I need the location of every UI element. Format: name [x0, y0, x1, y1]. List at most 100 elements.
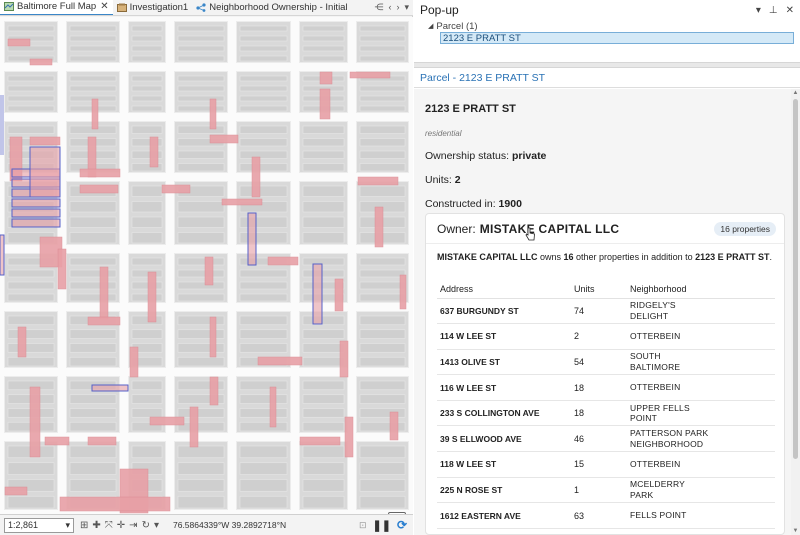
chevron-down-icon[interactable]: ▾ — [154, 520, 159, 531]
building-row — [302, 329, 345, 339]
building-row — [131, 269, 163, 278]
pin-icon[interactable]: ⊥ — [769, 5, 778, 16]
column-header-address: Address — [437, 280, 571, 299]
building-row — [177, 356, 225, 367]
table-row[interactable]: 114 W LEE ST 2 OTTERBEIN — [437, 323, 775, 350]
building-row — [239, 45, 288, 52]
building-row — [131, 45, 163, 52]
building-row — [302, 421, 345, 432]
scrollbar[interactable]: ▲ ▼ — [791, 89, 800, 535]
highlighted-parcel — [29, 386, 41, 458]
tab-investigation1[interactable]: Investigation1 — [113, 0, 193, 15]
building-row — [359, 138, 406, 147]
pause-icon[interactable]: ❚❚ — [373, 519, 391, 532]
building-row — [69, 45, 117, 52]
tab-label: Investigation1 — [129, 2, 189, 13]
building-row — [359, 95, 406, 102]
close-icon[interactable]: ✕ — [100, 1, 108, 12]
expand-icon[interactable]: ◢ — [428, 22, 433, 30]
table-row[interactable]: 637 BURGUNDY ST 74 RIDGELY'S DELIGHT — [437, 298, 775, 325]
building-row — [69, 445, 117, 459]
highlighted-parcel — [4, 486, 28, 496]
street — [0, 17, 413, 21]
owner-parcel — [11, 218, 61, 228]
popup-title: Pop-up — [420, 3, 459, 17]
next-extent-icon[interactable]: ⇥ — [129, 520, 137, 531]
cell-address: 1612 EASTERN AVE — [437, 502, 571, 529]
scrollbar-thumb[interactable] — [793, 99, 798, 459]
map-canvas[interactable] — [0, 17, 413, 514]
rotate-icon[interactable]: ↻ — [142, 520, 150, 531]
building-row — [302, 380, 345, 391]
building-row — [7, 343, 55, 353]
building-row — [177, 462, 225, 475]
pane-options-icon[interactable]: ▾ — [756, 5, 761, 16]
building-row — [302, 163, 345, 172]
building-row — [7, 329, 55, 339]
tree-layer-row[interactable]: ◢ Parcel (1) — [428, 20, 800, 32]
building-row — [239, 315, 288, 326]
table-row[interactable]: 116 W LEE ST 18 OTTERBEIN — [437, 374, 775, 401]
owner-name[interactable]: MISTAKE CAPITAL LLC — [480, 222, 620, 236]
table-row[interactable]: 233 S COLLINGTON AVE 18 UPPER FELLS POINT — [437, 400, 775, 427]
tab-label: Baltimore Full Map — [17, 1, 97, 12]
building-row — [69, 216, 117, 228]
building-row — [359, 495, 406, 509]
building-row — [177, 421, 225, 432]
scale-select[interactable]: 1:2,861 ▾ — [4, 517, 74, 533]
building-row — [239, 75, 288, 82]
tab-baltimore-full-map[interactable]: Baltimore Full Map ✕ — [0, 0, 113, 15]
highlighted-parcel — [299, 436, 341, 446]
building-row — [69, 356, 117, 367]
refresh-icon[interactable]: ⟳ — [397, 518, 407, 532]
tree-feature-selected[interactable]: 2123 E PRATT ST — [440, 32, 794, 44]
building-row — [131, 445, 163, 459]
building-row — [69, 201, 117, 213]
hand-cursor-icon — [525, 227, 535, 241]
table-row[interactable]: 118 W LEE ST 15 OTTERBEIN — [437, 451, 775, 478]
building-row — [177, 150, 225, 159]
cell-address: 637 BURGUNDY ST — [437, 298, 571, 325]
building-row — [302, 216, 345, 228]
building-row — [239, 394, 288, 404]
chevron-right-icon[interactable]: › — [396, 2, 399, 13]
highlighted-parcel — [29, 136, 61, 146]
share-icon[interactable]: ⋲ — [374, 2, 383, 13]
map-edge-marker — [0, 95, 4, 155]
scroll-up-icon[interactable]: ▲ — [792, 90, 799, 96]
building-row — [69, 293, 117, 302]
building-row — [131, 216, 163, 228]
table-row[interactable]: 39 S ELLWOOD AVE 46 PATTERSON PARK NEIGHB… — [437, 425, 775, 453]
map-view[interactable] — [0, 17, 413, 526]
building-row — [302, 269, 345, 278]
building-row — [177, 163, 225, 172]
street — [0, 63, 413, 71]
building-row — [177, 105, 225, 112]
building-row — [302, 394, 345, 404]
map-pane: Baltimore Full Map ✕ Investigation1 Neig… — [0, 0, 413, 535]
highlighted-parcel — [344, 416, 354, 458]
building-row — [131, 55, 163, 62]
column-header-neighborhood: Neighborhood — [627, 280, 775, 299]
navigate-icon[interactable]: ✛ — [117, 520, 125, 531]
table-row[interactable]: 1612 EASTERN AVE 63 FELLS POINT — [437, 502, 775, 529]
graph-icon — [196, 3, 206, 12]
chevron-down-icon: ▾ — [65, 519, 70, 530]
table-row[interactable]: 225 N ROSE ST 1 MCELDERRY PARK — [437, 477, 775, 504]
cell-units: 63 — [571, 502, 627, 529]
building-row — [239, 329, 288, 339]
fixed-zoom-in-icon[interactable]: ✚ — [92, 520, 100, 531]
map-tab-bar: Baltimore Full Map ✕ Investigation1 Neig… — [0, 0, 413, 16]
scroll-down-icon[interactable]: ▼ — [792, 528, 799, 534]
chevron-down-icon[interactable]: ▾ — [404, 2, 409, 13]
cell-neighborhood: UPPER FELLS POINT — [627, 400, 775, 427]
fit-extent-icon[interactable]: ⤧ — [105, 520, 113, 531]
grid-icon[interactable]: ⊞ — [80, 520, 88, 531]
close-icon[interactable]: ✕ — [786, 5, 794, 16]
tree-feature-row[interactable]: 2123 E PRATT ST — [428, 32, 800, 44]
chevron-left-icon[interactable]: ‹ — [388, 2, 391, 13]
tab-neighborhood-ownership[interactable]: Neighborhood Ownership - Initial — [192, 0, 351, 15]
building-row — [359, 356, 406, 367]
table-row[interactable]: 1413 OLIVE ST 54 SOUTH BALTIMORE — [437, 349, 775, 376]
constructed-line: Constructed in: 1900 — [425, 198, 522, 210]
